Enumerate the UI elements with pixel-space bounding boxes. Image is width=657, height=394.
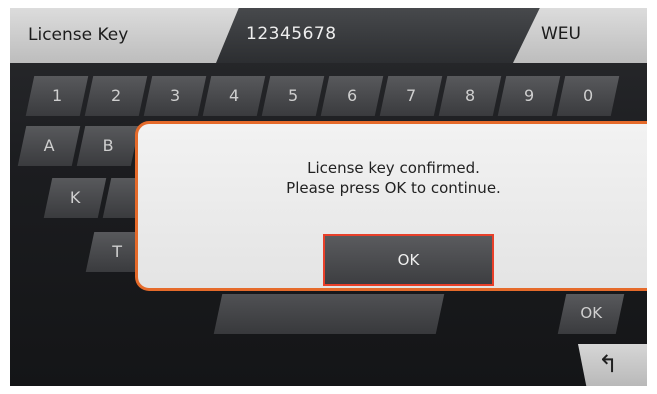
key-7[interactable]: 7 <box>379 76 443 116</box>
key-1[interactable]: 1 <box>25 76 89 116</box>
key-0[interactable]: 0 <box>556 76 620 116</box>
space-key[interactable] <box>213 294 445 334</box>
key-6[interactable]: 6 <box>320 76 384 116</box>
license-key-value: 12345678 <box>246 24 337 44</box>
dialog-message-line2: Please press OK to continue. <box>286 179 501 197</box>
dialog-ok-label: OK <box>397 251 420 269</box>
keyboard-ok-key[interactable]: OK <box>557 294 625 334</box>
key-a[interactable]: A <box>17 126 81 166</box>
key-b[interactable]: B <box>76 126 140 166</box>
key-3[interactable]: 3 <box>143 76 207 116</box>
back-button[interactable]: ↰ <box>578 344 647 386</box>
dialog-message-line1: License key confirmed. <box>307 159 480 177</box>
key-9[interactable]: 9 <box>497 76 561 116</box>
key-k[interactable]: K <box>43 178 107 218</box>
navigation-screen: License Key 12345678 WEU 1 2 3 4 5 6 7 8… <box>10 8 647 386</box>
dialog-message: License key confirmed. Please press OK t… <box>138 158 647 198</box>
header-title-tab: License Key <box>10 8 242 63</box>
key-2[interactable]: 2 <box>84 76 148 116</box>
region-label: WEU <box>541 24 581 44</box>
dialog-ok-button[interactable]: OK <box>323 234 494 286</box>
license-key-input[interactable]: 12345678 <box>216 8 541 63</box>
key-8[interactable]: 8 <box>438 76 502 116</box>
confirmation-dialog: License key confirmed. Please press OK t… <box>135 121 647 291</box>
key-4[interactable]: 4 <box>202 76 266 116</box>
header-title: License Key <box>28 25 129 45</box>
back-arrow-icon: ↰ <box>598 350 619 378</box>
key-5[interactable]: 5 <box>261 76 325 116</box>
